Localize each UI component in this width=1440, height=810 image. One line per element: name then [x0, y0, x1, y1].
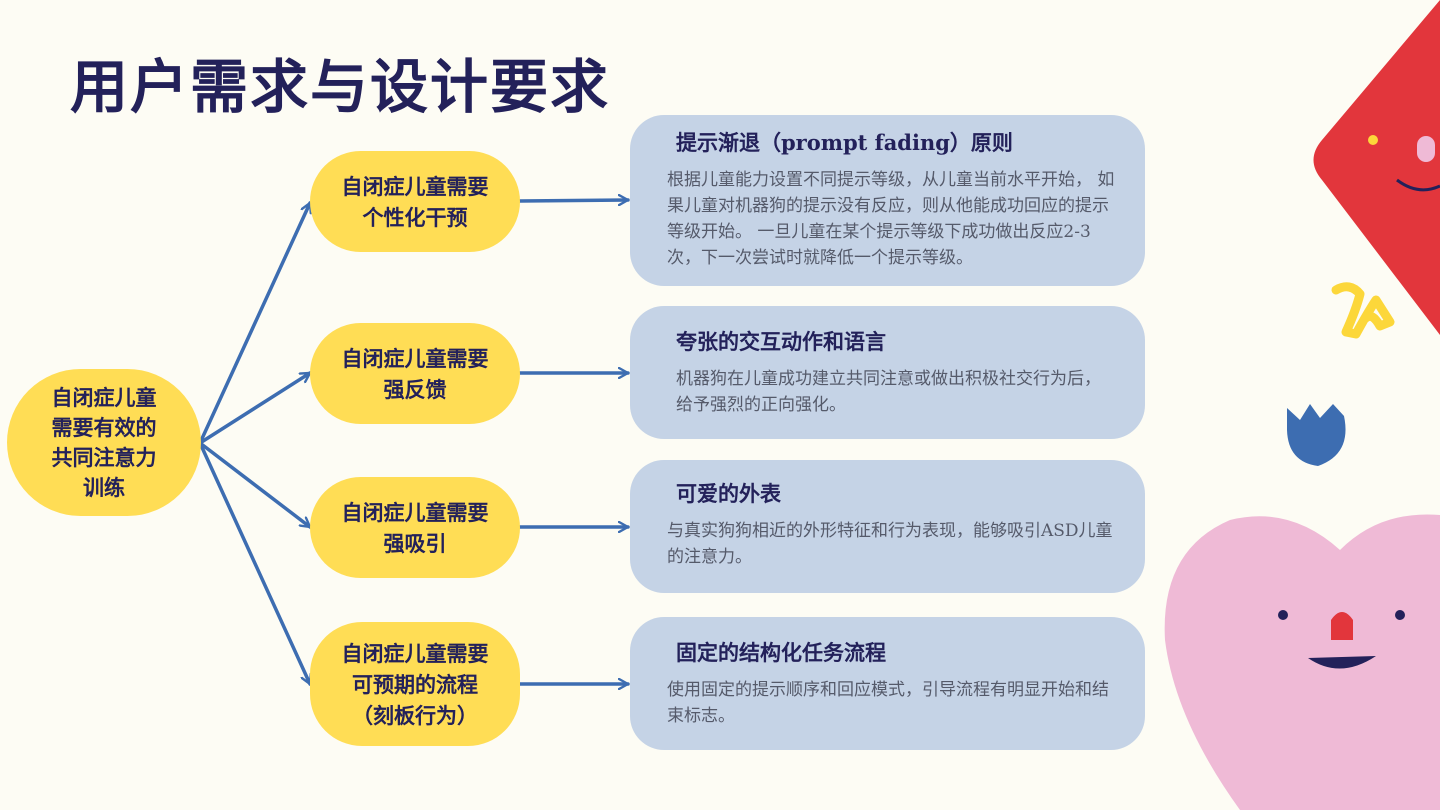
card-title: 夸张的交互动作和语言	[676, 329, 886, 354]
need-node-label: 自闭症儿童需要 个性化干预	[341, 173, 489, 230]
need-node-predictable: 自闭症儿童需要 可预期的流程 （刻板行为）	[310, 622, 520, 746]
arrow-root-to-need-3	[198, 441, 312, 529]
card-body: 使用固定的提示顺序和回应模式，引导流程有明显开始和结束标志。	[667, 680, 1109, 726]
card-title: 固定的结构化任务流程	[676, 640, 886, 665]
need-node-label: 自闭症儿童需要 可预期的流程 （刻板行为）	[341, 640, 489, 728]
need-node-label: 自闭症儿童需要 强吸引	[341, 499, 489, 556]
card-title: 可爱的外表	[676, 481, 781, 506]
need-node-label: 自闭症儿童需要 强反馈	[341, 345, 489, 402]
card-exaggerated-interaction: 夸张的交互动作和语言 机器狗在儿童成功建立共同注意或做出积极社交行为后，给予强烈…	[630, 306, 1145, 439]
root-node: 自闭症儿童需要有效的共同注意力训练	[7, 369, 201, 516]
card-title: 提示渐退（prompt fading）原则	[676, 130, 1013, 155]
card-structured-process: 固定的结构化任务流程 使用固定的提示顺序和回应模式，引导流程有明显开始和结束标志…	[630, 617, 1145, 750]
card-body: 根据儿童能力设置不同提示等级，从儿童当前水平开始， 如果儿童对机器狗的提示没有反…	[667, 170, 1115, 268]
need-node-feedback: 自闭症儿童需要 强反馈	[310, 323, 520, 424]
card-body: 与真实狗狗相近的外形特征和行为表现，能够吸引ASD儿童的注意力。	[667, 521, 1113, 567]
card-cute-appearance: 可爱的外表 与真实狗狗相近的外形特征和行为表现，能够吸引ASD儿童的注意力。	[630, 460, 1145, 593]
need-node-personalized: 自闭症儿童需要 个性化干预	[310, 151, 520, 252]
arrow-root-to-need-4	[198, 441, 310, 686]
root-node-label: 自闭症儿童需要有效的共同注意力训练	[51, 384, 157, 500]
card-body: 机器狗在儿童成功建立共同注意或做出积极社交行为后，给予强烈的正向强化。	[676, 369, 1101, 415]
card-prompt-fading: 提示渐退（prompt fading）原则 根据儿童能力设置不同提示等级，从儿童…	[630, 115, 1145, 286]
arrow-need-1-to-card-1	[518, 200, 630, 201]
need-node-attraction: 自闭症儿童需要 强吸引	[310, 477, 520, 578]
